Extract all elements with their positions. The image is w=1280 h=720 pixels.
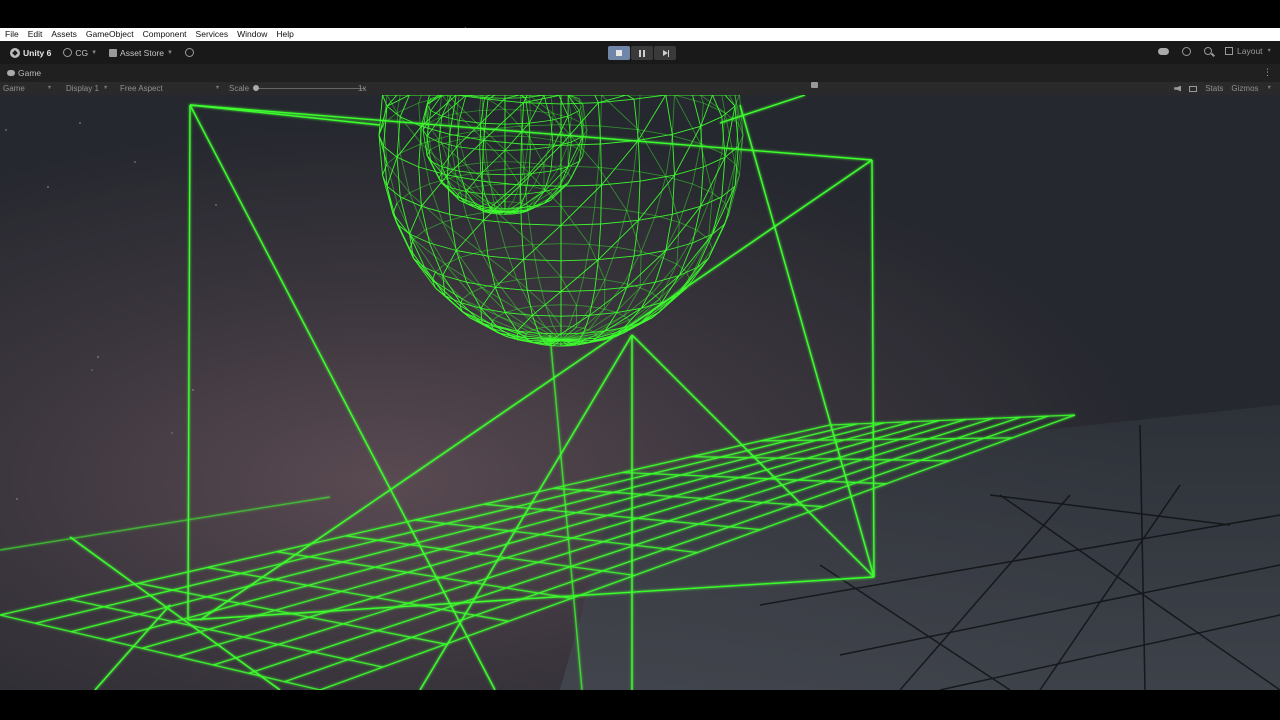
chevron-down-icon: ▼ xyxy=(214,85,221,91)
asset-store-label: Asset Store xyxy=(120,47,164,58)
unity-version-label: Unity 6 xyxy=(23,47,52,58)
unity-logo-icon xyxy=(10,47,20,58)
scale-value: 1x xyxy=(358,84,367,93)
aspect-label: Free Aspect xyxy=(120,84,163,93)
step-button[interactable] xyxy=(654,46,676,60)
tab-bar: Game ⋮ xyxy=(0,64,1280,82)
menu-gameobject[interactable]: GameObject xyxy=(81,28,138,41)
search-icon[interactable] xyxy=(1204,47,1213,55)
layout-dropdown[interactable]: Layout ▼ xyxy=(1225,46,1272,56)
tab-game-label: Game xyxy=(18,68,42,78)
chevron-down-icon: ▼ xyxy=(166,49,173,56)
stats-icon xyxy=(1189,85,1198,92)
menu-component[interactable]: Component xyxy=(138,28,191,41)
history-icon[interactable] xyxy=(1182,46,1192,56)
menu-edit[interactable]: Edit xyxy=(23,28,47,41)
account-dropdown[interactable]: CG ▼ xyxy=(59,46,101,60)
tab-game[interactable]: Game xyxy=(0,68,41,78)
play-button[interactable] xyxy=(608,46,630,60)
account-icon xyxy=(63,48,73,57)
play-controls xyxy=(608,46,676,60)
layout-icon xyxy=(1225,47,1234,55)
scene-render xyxy=(0,95,1280,690)
cloud-settings-button[interactable] xyxy=(181,46,198,59)
asset-store-dropdown[interactable]: Asset Store ▼ xyxy=(105,46,177,60)
layout-label: Layout xyxy=(1237,46,1263,56)
display-label: Display 1 xyxy=(66,84,99,93)
step-icon xyxy=(662,49,669,57)
settings-icon xyxy=(184,48,194,57)
menu-file[interactable]: File xyxy=(0,28,23,41)
chevron-down-icon: ▼ xyxy=(46,85,53,91)
scale-slider-handle[interactable] xyxy=(253,85,259,91)
scale-slider-track[interactable] xyxy=(255,88,365,89)
menu-assets[interactable]: Assets xyxy=(47,28,82,41)
letterbox-bottom xyxy=(0,690,1280,720)
display-dropdown[interactable]: Display 1 ▼ xyxy=(66,82,108,95)
asset-store-icon xyxy=(109,48,118,57)
account-label: CG xyxy=(75,47,89,58)
chevron-down-icon: ▼ xyxy=(1266,85,1272,91)
game-controller-icon xyxy=(7,70,15,76)
scale-label: Scale xyxy=(229,84,250,93)
gizmos-button[interactable]: Gizmos xyxy=(1231,82,1258,95)
stop-icon xyxy=(616,50,622,56)
game-view-toolbar: Game ▼ Display 1 ▼ Free Aspect ▼ Scale 1… xyxy=(0,82,1280,95)
aspect-dropdown[interactable]: Free Aspect ▼ xyxy=(120,82,220,95)
pause-icon xyxy=(639,49,645,57)
scale-value-wrap: 1x xyxy=(358,82,366,95)
game-mode-label: Game xyxy=(3,84,25,93)
camera-icon xyxy=(811,82,818,88)
menu-help[interactable]: Help xyxy=(272,28,298,41)
main-toolbar: Unity 6 CG ▼ Asset Store ▼ Layout ▼ xyxy=(0,41,1280,64)
mute-audio-icon[interactable] xyxy=(1174,85,1182,92)
cloud-icon[interactable] xyxy=(1158,47,1170,55)
stats-button[interactable]: Stats xyxy=(1205,82,1223,95)
screenshot-button[interactable] xyxy=(811,82,818,88)
menu-bar: File Edit Assets GameObject Component Se… xyxy=(0,28,1280,41)
chevron-down-icon: ▼ xyxy=(1266,48,1272,54)
unity-account-button[interactable]: Unity 6 xyxy=(6,46,55,60)
chevron-down-icon: ▼ xyxy=(102,85,109,91)
letterbox-top xyxy=(0,0,1280,41)
game-viewport[interactable] xyxy=(0,95,1280,690)
scale-label-wrap: Scale xyxy=(229,82,249,95)
chevron-down-icon: ▼ xyxy=(91,49,98,56)
more-options-icon[interactable]: ⋮ xyxy=(1263,68,1272,77)
game-mode-dropdown[interactable]: Game ▼ xyxy=(3,82,52,95)
pause-button[interactable] xyxy=(631,46,653,60)
menu-window[interactable]: Window xyxy=(233,28,272,41)
menu-services[interactable]: Services xyxy=(191,28,233,41)
